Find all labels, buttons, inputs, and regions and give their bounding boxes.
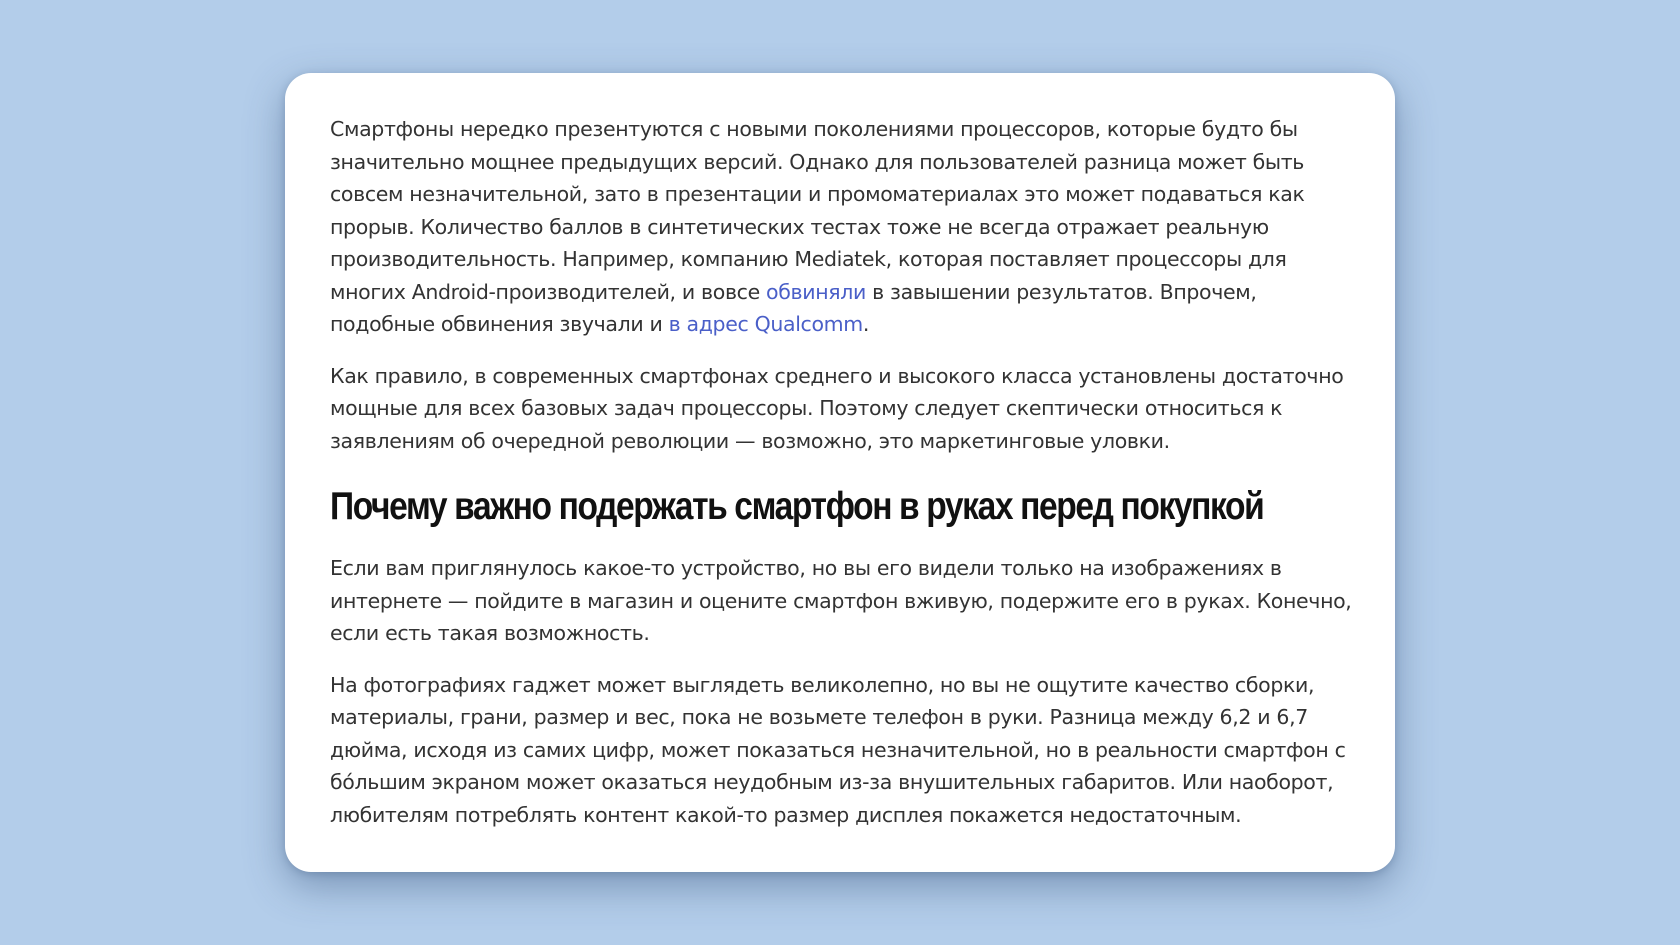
paragraph-processors: Смартфоны нередко презентуются с новыми … xyxy=(330,113,1355,341)
paragraph-store-visit: Если вам приглянулось какое-то устройств… xyxy=(330,556,1352,645)
paragraph-text: Смартфоны нередко презентуются с новыми … xyxy=(330,117,1305,304)
article-card: Смартфоны нередко презентуются с новыми … xyxy=(285,73,1395,872)
link-qualcomm[interactable]: в адрес Qualcomm xyxy=(669,312,864,336)
paragraph-text: . xyxy=(862,312,870,336)
paragraph-marketing: Как правило, в современных смартфонах ср… xyxy=(330,363,1344,453)
section-heading: Почему важно подержать смартфон в руках … xyxy=(330,485,1265,528)
paragraph-photos: На фотографиях гаджет может выглядеть ве… xyxy=(330,672,1346,827)
link-accused[interactable]: обвиняли xyxy=(766,280,866,304)
